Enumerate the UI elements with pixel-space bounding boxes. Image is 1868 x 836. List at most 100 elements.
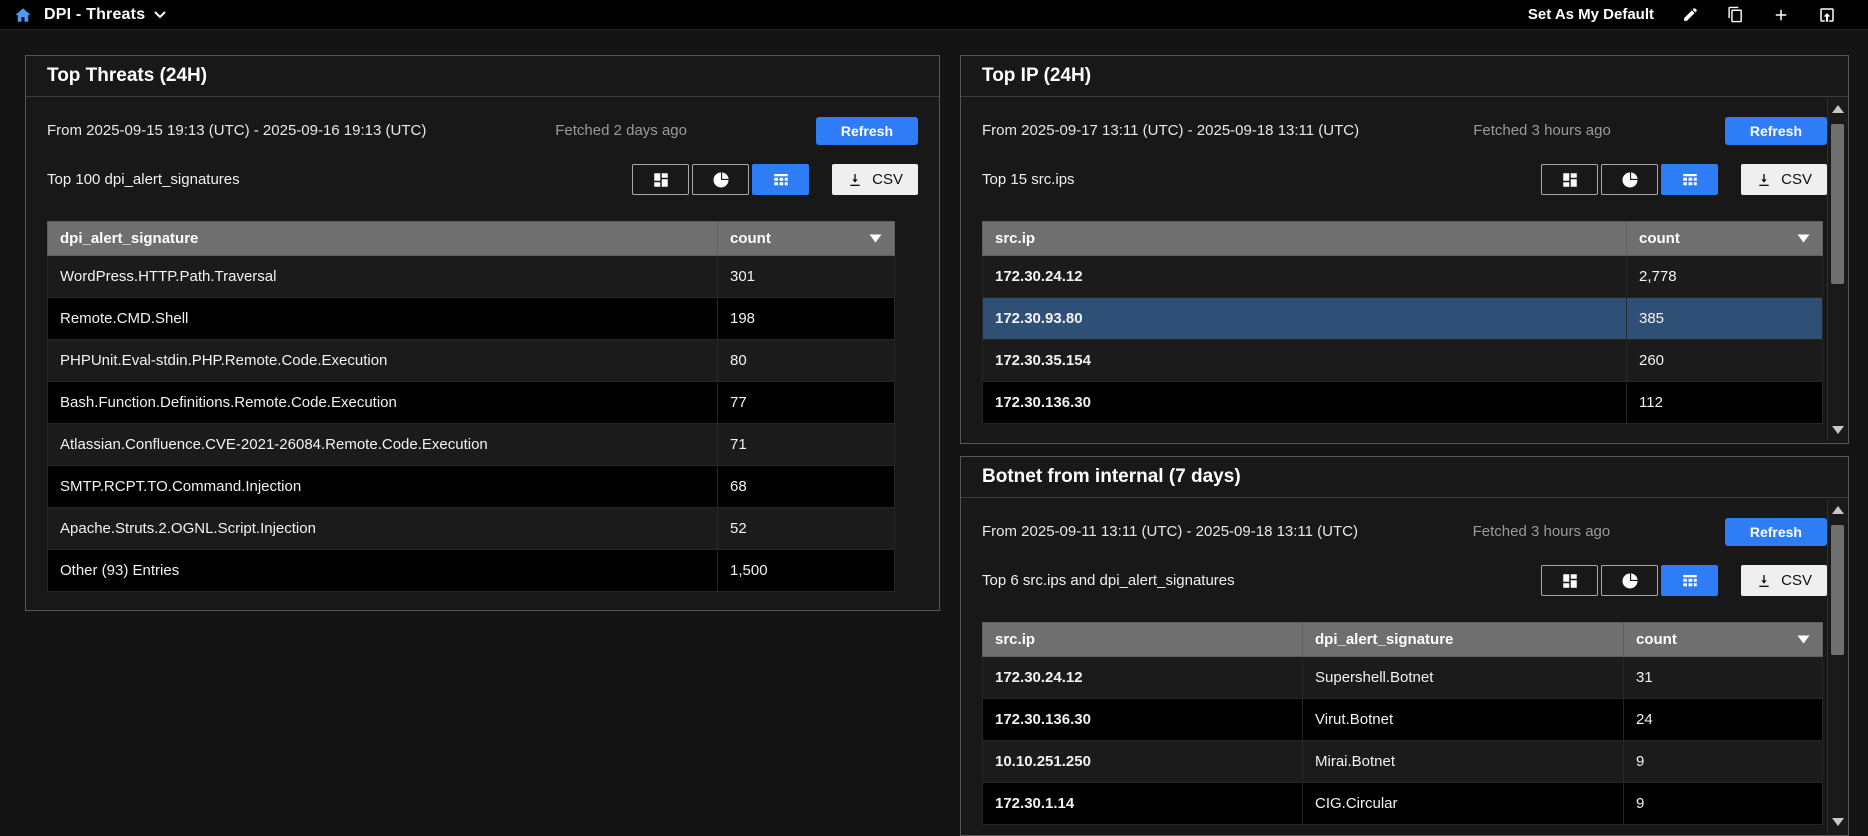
panel-title: Top IP (24H)	[961, 56, 1848, 97]
scroll-down-arrow[interactable]	[1828, 811, 1847, 833]
pie-view-icon	[1621, 572, 1639, 590]
scroll-down-arrow[interactable]	[1828, 419, 1847, 441]
meta-row: From 2025-09-11 13:11 (UTC) - 2025-09-18…	[982, 516, 1827, 547]
pie-view-button[interactable]	[692, 164, 749, 195]
column-header-count-label: count	[1636, 631, 1677, 648]
chevron-down-icon	[154, 11, 166, 19]
table-row[interactable]: 10.10.251.250Mirai.Botnet9	[983, 741, 1823, 783]
card-view-icon	[652, 171, 670, 189]
panel-body: From 2025-09-11 13:11 (UTC) - 2025-09-18…	[961, 516, 1848, 825]
csv-download-button[interactable]: CSV	[1741, 565, 1827, 596]
column-header-count[interactable]: count	[718, 222, 895, 256]
table-header-row: src.ip dpi_alert_signature count	[983, 623, 1823, 657]
copy-icon[interactable]	[1727, 6, 1744, 23]
column-header-count[interactable]: count	[1624, 623, 1823, 657]
table-row[interactable]: 172.30.24.12Supershell.Botnet31	[983, 657, 1823, 699]
srcip-cell: 172.30.1.14	[983, 783, 1303, 825]
table-row[interactable]: WordPress.HTTP.Path.Traversal301	[48, 256, 895, 298]
table-row[interactable]: Remote.CMD.Shell198	[48, 298, 895, 340]
column-header-signature[interactable]: dpi_alert_signature	[48, 222, 718, 256]
page-title: DPI - Threats	[44, 6, 145, 24]
column-header-count[interactable]: count	[1627, 222, 1823, 256]
scroll-up-arrow[interactable]	[1828, 98, 1847, 120]
table-row[interactable]: 172.30.136.30Virut.Botnet24	[983, 699, 1823, 741]
pie-view-icon	[1621, 171, 1639, 189]
table-view-button[interactable]	[752, 164, 809, 195]
count-cell: 301	[718, 256, 895, 298]
dashboard-title-dropdown[interactable]: DPI - Threats	[44, 6, 166, 24]
download-icon	[1756, 573, 1772, 589]
panel-top-ip: Top IP (24H) From 2025-09-17 13:11 (UTC)…	[960, 55, 1849, 444]
table-row[interactable]: Apache.Struts.2.OGNL.Script.Injection52	[48, 508, 895, 550]
count-cell: 385	[1627, 298, 1823, 340]
scroll-up-arrow[interactable]	[1828, 499, 1847, 521]
signature-cell: Mirai.Botnet	[1303, 741, 1624, 783]
column-header-srcip[interactable]: src.ip	[983, 222, 1627, 256]
card-view-button[interactable]	[1541, 164, 1598, 195]
count-cell: 31	[1624, 657, 1823, 699]
panel-body: From 2025-09-17 13:11 (UTC) - 2025-09-18…	[961, 115, 1848, 424]
table-row[interactable]: PHPUnit.Eval-stdin.PHP.Remote.Code.Execu…	[48, 340, 895, 382]
csv-download-button[interactable]: CSV	[832, 164, 918, 195]
count-cell: 112	[1627, 382, 1823, 424]
fetched-status: Fetched 2 days ago	[555, 122, 687, 139]
table-row[interactable]: Bash.Function.Definitions.Remote.Code.Ex…	[48, 382, 895, 424]
download-icon	[1756, 172, 1772, 188]
panel-subtitle: Top 6 src.ips and dpi_alert_signatures	[982, 572, 1235, 589]
time-range: From 2025-09-17 13:11 (UTC) - 2025-09-18…	[982, 122, 1359, 139]
scrollbar-thumb[interactable]	[1831, 525, 1844, 655]
table-view-button[interactable]	[1661, 565, 1718, 596]
scrollbar[interactable]	[1827, 499, 1847, 833]
scroll-up-icon	[1832, 105, 1844, 113]
sort-desc-icon	[1797, 635, 1810, 644]
set-as-default-button[interactable]: Set As My Default	[1528, 6, 1654, 23]
threats-table: dpi_alert_signature count WordPress.HTTP…	[47, 221, 895, 592]
table-row[interactable]: SMTP.RCPT.TO.Command.Injection68	[48, 466, 895, 508]
count-cell: 77	[718, 382, 895, 424]
refresh-button[interactable]: Refresh	[1725, 518, 1827, 546]
count-cell: 68	[718, 466, 895, 508]
card-view-icon	[1561, 572, 1579, 590]
table-view-button[interactable]	[1661, 164, 1718, 195]
add-icon[interactable]	[1772, 6, 1790, 24]
signature-cell: Supershell.Botnet	[1303, 657, 1624, 699]
column-header-signature[interactable]: dpi_alert_signature	[1303, 623, 1624, 657]
signature-cell: Atlassian.Confluence.CVE-2021-26084.Remo…	[48, 424, 718, 466]
scrollbar-thumb[interactable]	[1831, 124, 1844, 284]
card-view-button[interactable]	[1541, 565, 1598, 596]
panel-title: Botnet from internal (7 days)	[961, 457, 1848, 498]
srcip-cell: 172.30.24.12	[983, 256, 1627, 298]
table-row[interactable]: Atlassian.Confluence.CVE-2021-26084.Remo…	[48, 424, 895, 466]
sort-desc-icon	[869, 234, 882, 243]
pie-view-button[interactable]	[1601, 565, 1658, 596]
column-header-srcip[interactable]: src.ip	[983, 623, 1303, 657]
scrollbar[interactable]	[1827, 98, 1847, 441]
table-row[interactable]: 172.30.1.14CIG.Circular9	[983, 783, 1823, 825]
table-view-icon	[1681, 171, 1699, 189]
edit-icon[interactable]	[1682, 6, 1699, 23]
table-row[interactable]: 172.30.35.154260	[983, 340, 1823, 382]
card-view-button[interactable]	[632, 164, 689, 195]
time-range: From 2025-09-11 13:11 (UTC) - 2025-09-18…	[982, 523, 1358, 540]
srcip-cell: 172.30.93.80	[983, 298, 1627, 340]
export-icon[interactable]	[1818, 6, 1836, 24]
csv-download-button[interactable]: CSV	[1741, 164, 1827, 195]
refresh-button[interactable]: Refresh	[1725, 117, 1827, 145]
card-view-icon	[1561, 171, 1579, 189]
top-ip-table: src.ip count 172.30.24.122,778 172.30.93…	[982, 221, 1823, 424]
table-row-selected[interactable]: 172.30.93.80385	[983, 298, 1823, 340]
table-view-icon	[772, 171, 790, 189]
table-row[interactable]: Other (93) Entries1,500	[48, 550, 895, 592]
srcip-cell: 172.30.24.12	[983, 657, 1303, 699]
table-row[interactable]: 172.30.136.30112	[983, 382, 1823, 424]
srcip-cell: 172.30.35.154	[983, 340, 1627, 382]
pie-view-icon	[712, 171, 730, 189]
scroll-down-icon	[1832, 818, 1844, 826]
pie-view-button[interactable]	[1601, 164, 1658, 195]
refresh-button[interactable]: Refresh	[816, 117, 918, 145]
table-view-icon	[1681, 572, 1699, 590]
home-icon[interactable]	[14, 6, 32, 24]
table-row[interactable]: 172.30.24.122,778	[983, 256, 1823, 298]
count-cell: 2,778	[1627, 256, 1823, 298]
view-controls: CSV	[1541, 565, 1827, 596]
